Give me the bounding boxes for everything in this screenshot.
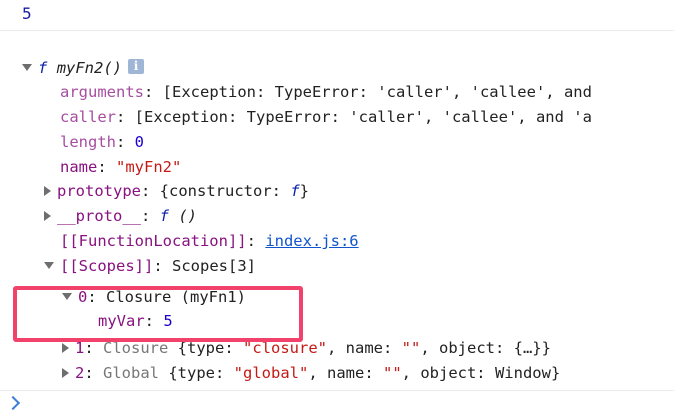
devtools-console: 5 f myFn2() i arguments: [Exception: Type… bbox=[0, 0, 674, 418]
source-link[interactable]: index.js:6 bbox=[265, 232, 358, 250]
scope-name: "" bbox=[382, 364, 402, 382]
info-icon[interactable]: i bbox=[128, 59, 145, 74]
expand-right-icon[interactable] bbox=[62, 367, 69, 378]
expand-down-icon[interactable] bbox=[44, 262, 54, 269]
property-name[interactable]: name: "myFn2" bbox=[60, 155, 181, 179]
property-key: [[Scopes]] bbox=[60, 257, 154, 275]
property-value-post: () bbox=[169, 207, 198, 225]
function-f-glyph: f bbox=[159, 207, 170, 225]
scope-index: 2 bbox=[75, 364, 85, 382]
property-value: 0 bbox=[134, 133, 145, 151]
property-scopes[interactable]: [[Scopes]]: Scopes[3] bbox=[44, 254, 256, 278]
property-length[interactable]: length: 0 bbox=[60, 130, 144, 154]
property-value: Scopes[3] bbox=[172, 257, 256, 275]
scope-2[interactable]: 2: Global {type: "global", name: "", obj… bbox=[62, 361, 560, 385]
property-key: arguments bbox=[60, 83, 144, 101]
chevron-right-icon[interactable] bbox=[5, 395, 21, 411]
function-name: myFn2() bbox=[56, 59, 123, 77]
property-caller[interactable]: caller: [Exception: TypeError: 'caller',… bbox=[60, 105, 592, 129]
property-key: prototype bbox=[57, 182, 141, 200]
property-key: [[FunctionLocation]] bbox=[60, 232, 247, 250]
highlight-box bbox=[13, 286, 303, 342]
scope-type: "global" bbox=[233, 364, 309, 382]
function-f-glyph: f bbox=[38, 59, 48, 77]
scope-mid: , name: bbox=[308, 364, 383, 382]
property-proto[interactable]: __proto__: f () bbox=[44, 204, 197, 228]
expand-right-icon[interactable] bbox=[44, 185, 51, 196]
property-key: caller bbox=[60, 108, 116, 126]
scope-post: , object: {…}} bbox=[420, 339, 551, 357]
property-value: [Exception: TypeError: 'caller', 'callee… bbox=[162, 83, 592, 101]
property-arguments[interactable]: arguments: [Exception: TypeError: 'calle… bbox=[60, 80, 592, 104]
property-key: length bbox=[60, 133, 116, 151]
property-value: "myFn2" bbox=[116, 158, 182, 176]
property-value-pre: {constructor: bbox=[159, 182, 291, 200]
scope-pre: {type: bbox=[159, 364, 234, 382]
result-value: 5 bbox=[22, 4, 32, 23]
expand-right-icon[interactable] bbox=[44, 210, 51, 221]
property-function-location: [[FunctionLocation]]: index.js:6 bbox=[60, 232, 359, 250]
property-value: [Exception: TypeError: 'caller', 'callee… bbox=[134, 108, 592, 126]
expand-right-icon[interactable] bbox=[62, 342, 69, 353]
scope-post: , object: Window} bbox=[401, 364, 561, 382]
scope-name: "" bbox=[401, 339, 421, 357]
function-header[interactable]: f myFn2() i bbox=[22, 56, 145, 80]
expand-down-icon[interactable] bbox=[22, 64, 32, 71]
scope-kind: Global bbox=[103, 364, 160, 382]
property-key: name bbox=[60, 158, 98, 176]
function-f-glyph: f bbox=[290, 182, 300, 200]
separator bbox=[0, 390, 674, 391]
separator bbox=[0, 30, 674, 31]
scope-mid: , name: bbox=[327, 339, 402, 357]
property-key: __proto__ bbox=[57, 207, 141, 225]
property-value-post: } bbox=[299, 182, 310, 200]
property-prototype[interactable]: prototype: {constructor: f} bbox=[44, 179, 309, 203]
